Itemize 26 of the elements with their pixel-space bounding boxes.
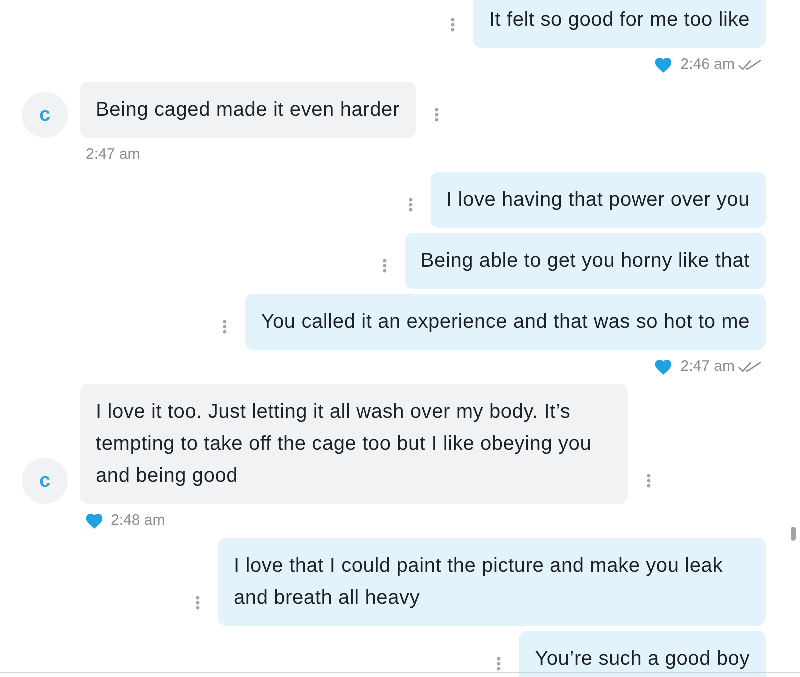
message-time: 2:48 am [111, 511, 166, 531]
more-options-icon[interactable] [223, 320, 228, 334]
more-options-icon[interactable] [408, 198, 413, 212]
more-options-icon[interactable] [647, 474, 651, 488]
message-bubble: I love having that power over you [430, 172, 766, 228]
more-options-icon[interactable] [382, 259, 387, 273]
heart-icon[interactable] [654, 360, 672, 374]
message-bubble: Being caged made it even harder [80, 82, 416, 138]
message-bubble: You’re such a good boy [519, 631, 766, 677]
message-bubble: I love it too. Just letting it all wash over my body. It’s tempting to take off the cage too but I like obeying you and being good [80, 384, 628, 504]
message-time: 2:46 am [680, 55, 735, 75]
message-bubble: It felt so good for me too like [473, 0, 766, 48]
more-options-icon[interactable] [196, 596, 200, 610]
message-bubble: You called it an experience and that was so hot to me [245, 294, 766, 350]
message-bubble: Being able to get you horny like that [404, 233, 766, 289]
more-options-icon[interactable] [497, 657, 502, 671]
message-time: 2:47 am [680, 357, 735, 377]
message-bubble: I love that I could paint the picture and make you leak and breath all heavy [218, 538, 766, 626]
message-time: 2:47 am [86, 145, 140, 165]
avatar: c [22, 458, 68, 504]
heart-icon[interactable] [86, 514, 103, 528]
heart-icon[interactable] [654, 58, 672, 72]
more-options-icon[interactable] [434, 108, 439, 122]
more-options-icon[interactable] [451, 18, 456, 32]
avatar: c [22, 92, 68, 138]
scrollbar-thumb[interactable] [791, 527, 796, 541]
